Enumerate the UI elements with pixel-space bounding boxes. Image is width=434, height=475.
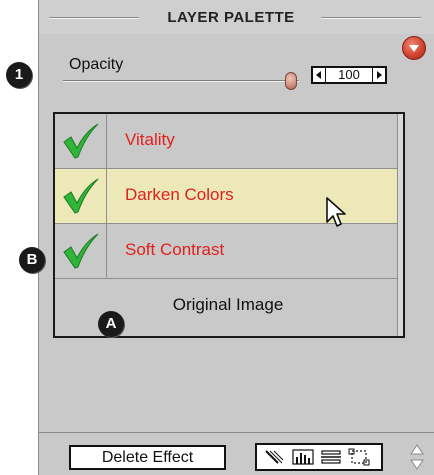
- increase-arrow-icon[interactable]: [372, 68, 385, 82]
- delete-effect-button[interactable]: Delete Effect: [69, 445, 226, 470]
- callout-badge-1: 1: [6, 62, 32, 88]
- palette-menu-icon[interactable]: [402, 36, 426, 60]
- layer-list-scrollbar[interactable]: [397, 114, 403, 336]
- opacity-value: 100: [338, 67, 360, 82]
- crop-icon[interactable]: [347, 448, 371, 466]
- checkmark-icon: [63, 178, 99, 214]
- align-icon[interactable]: [319, 448, 343, 466]
- opacity-stepper[interactable]: 100: [311, 66, 387, 84]
- layer-name: Darken Colors: [125, 185, 234, 204]
- decrease-arrow-icon[interactable]: [313, 68, 326, 82]
- title-divider-left: [49, 17, 139, 19]
- opacity-slider-thumb[interactable]: [285, 72, 297, 90]
- palette-title: LAYER PALETTE: [167, 9, 295, 26]
- layer-row-soft-contrast[interactable]: Soft Contrast: [55, 224, 401, 279]
- screenshot-stage: LAYER PALETTE Opacity 100 Vitality Darke…: [0, 0, 434, 475]
- opacity-label: Opacity: [69, 56, 124, 73]
- layer-palette: LAYER PALETTE Opacity 100 Vitality Darke…: [38, 0, 434, 475]
- layer-name: Soft Contrast: [125, 240, 225, 259]
- layer-name: Vitality: [125, 130, 175, 149]
- panel-scroll-arrows-icon[interactable]: [409, 443, 425, 471]
- callout-badge-a: A: [98, 311, 124, 337]
- tool-button-group: [255, 443, 383, 471]
- layer-visibility-toggle[interactable]: [55, 224, 107, 278]
- histogram-icon[interactable]: [291, 448, 315, 466]
- opacity-slider-track[interactable]: [63, 80, 299, 82]
- checkmark-icon: [63, 233, 99, 269]
- layer-visibility-toggle[interactable]: [55, 114, 107, 168]
- layer-list: Vitality Darken Colors Soft Contrast Ori…: [53, 112, 405, 338]
- palette-bottom-toolbar: Delete Effect: [39, 432, 434, 475]
- layer-visibility-toggle[interactable]: [55, 169, 107, 223]
- mouse-pointer-icon: [326, 197, 346, 227]
- callout-badge-b: B: [19, 247, 45, 273]
- layer-row-vitality[interactable]: Vitality: [55, 114, 401, 169]
- title-divider-right: [321, 17, 421, 19]
- palette-title-bar[interactable]: LAYER PALETTE: [39, 0, 434, 34]
- brush-icon[interactable]: [263, 448, 287, 466]
- checkmark-icon: [63, 123, 99, 159]
